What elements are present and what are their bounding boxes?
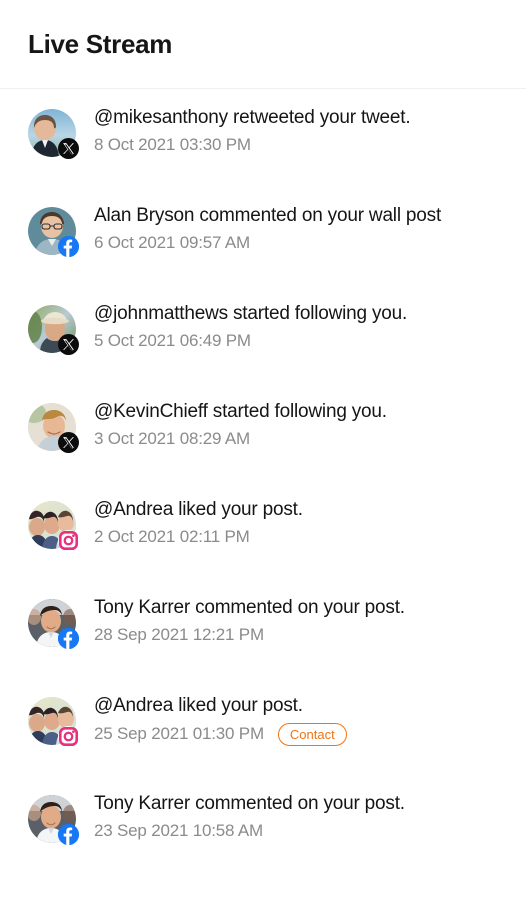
notification-timestamp: 6 Oct 2021 09:57 AM [94,232,250,252]
notification-text: @mikesanthony retweeted your tweet. [94,107,411,128]
facebook-icon [58,824,79,845]
notification-text: @Andrea liked your post. [94,695,303,716]
avatar[interactable] [28,599,79,649]
feed-item[interactable]: @Andrea liked your post. 25 Sep 2021 01:… [0,691,526,789]
feed-item-body: Alan Bryson commented on your wall post … [94,201,441,253]
avatar[interactable] [28,501,79,551]
instagram-icon [58,530,79,551]
notification-text: Tony Karrer commented on your post. [94,793,405,814]
notification-timestamp: 2 Oct 2021 02:11 PM [94,526,250,546]
feed-item[interactable]: Tony Karrer commented on your post. 23 S… [0,789,526,887]
instagram-icon [58,726,79,747]
notification-timestamp: 5 Oct 2021 06:49 PM [94,330,251,350]
contact-tag[interactable]: Contact [277,722,347,746]
notification-text: @Andrea liked your post. [94,499,303,520]
feed-item-meta: 25 Sep 2021 01:30 PM Contact [94,722,347,746]
avatar[interactable] [28,109,79,159]
x-icon [58,334,79,355]
feed-item[interactable]: @johnmatthews started following you. 5 O… [0,299,526,397]
feed-item-meta: 5 Oct 2021 06:49 PM [94,331,407,351]
avatar[interactable] [28,207,79,257]
notification-timestamp: 3 Oct 2021 08:29 AM [94,428,250,448]
feed-item-body: Tony Karrer commented on your post. 23 S… [94,789,405,841]
notification-timestamp: 23 Sep 2021 10:58 AM [94,820,263,840]
feed-item-meta: 6 Oct 2021 09:57 AM [94,233,441,253]
feed-item-body: @johnmatthews started following you. 5 O… [94,299,407,351]
avatar[interactable] [28,305,79,355]
feed-item-meta: 3 Oct 2021 08:29 AM [94,429,387,449]
feed-item[interactable]: Alan Bryson commented on your wall post … [0,201,526,299]
feed-item[interactable]: @Andrea liked your post. 2 Oct 2021 02:1… [0,495,526,593]
feed-item-body: @mikesanthony retweeted your tweet. 8 Oc… [94,103,411,155]
avatar[interactable] [28,403,79,453]
x-icon [58,432,79,453]
facebook-icon [58,236,79,257]
feed-item-body: Tony Karrer commented on your post. 28 S… [94,593,405,645]
live-stream-panel: Live Stream @mikesanthony retweeted your… [0,0,526,903]
feed-item-body: @Andrea liked your post. 25 Sep 2021 01:… [94,691,347,746]
notification-text: @johnmatthews started following you. [94,303,408,324]
notification-timestamp: 25 Sep 2021 01:30 PM [94,724,264,744]
facebook-icon [58,628,79,649]
panel-header: Live Stream [0,0,526,89]
feed-item[interactable]: @mikesanthony retweeted your tweet. 8 Oc… [0,103,526,201]
feed-item-meta: 28 Sep 2021 12:21 PM [94,625,405,645]
feed-item-meta: 8 Oct 2021 03:30 PM [94,135,410,155]
notification-text: @KevinChieff started following you. [94,401,387,422]
feed-item-meta: 23 Sep 2021 10:58 AM [94,821,405,841]
notification-timestamp: 28 Sep 2021 12:21 PM [94,624,264,644]
avatar[interactable] [28,697,79,747]
notification-text: Tony Karrer commented on your post. [94,597,405,618]
notification-text: Alan Bryson commented on your wall post [94,205,442,226]
feed-item-meta: 2 Oct 2021 02:11 PM [94,527,303,547]
notification-timestamp: 8 Oct 2021 03:30 PM [94,134,251,154]
x-icon [58,138,79,159]
page-title: Live Stream [28,29,173,59]
avatar[interactable] [28,795,79,845]
feed-item-body: @KevinChieff started following you. 3 Oc… [94,397,387,449]
live-stream-feed: @mikesanthony retweeted your tweet. 8 Oc… [0,89,526,887]
feed-item[interactable]: @KevinChieff started following you. 3 Oc… [0,397,526,495]
feed-item[interactable]: Tony Karrer commented on your post. 28 S… [0,593,526,691]
feed-item-body: @Andrea liked your post. 2 Oct 2021 02:1… [94,495,303,547]
